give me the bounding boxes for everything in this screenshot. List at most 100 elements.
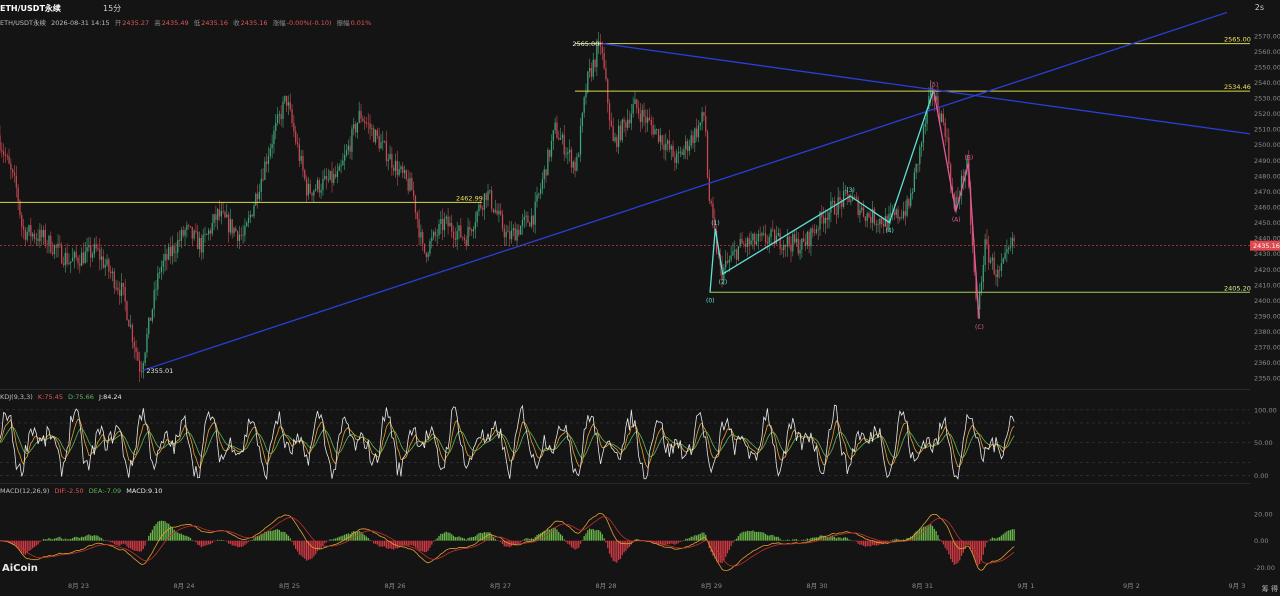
macd-histogram-bar [674, 540, 676, 545]
candle-body [775, 235, 778, 245]
candle-body [209, 230, 212, 234]
wave-label: (C) [975, 324, 984, 331]
candle-body [374, 130, 377, 143]
macd-histogram-bar [237, 540, 239, 548]
candle-body [545, 169, 547, 176]
candle-body [327, 179, 329, 181]
macd-histogram-bar [207, 540, 210, 545]
macd-histogram-bar [447, 532, 449, 541]
macd-histogram-bar [870, 540, 872, 547]
price-tick-label: 2500.00 [1254, 141, 1280, 149]
macd-histogram-bar [51, 539, 54, 541]
macd-histogram-bar [62, 539, 65, 541]
macd-histogram-bar [950, 540, 952, 560]
macd-histogram-bar [204, 540, 206, 546]
candle-body [748, 238, 750, 245]
candle-body [451, 223, 453, 232]
candle-body [46, 244, 48, 246]
macd-histogram-bar [666, 540, 669, 545]
candle-body [739, 238, 741, 247]
candle-body [313, 190, 315, 196]
candle-body [882, 224, 885, 227]
candle-body [347, 145, 349, 151]
candle-body [781, 248, 783, 250]
candle-body [62, 263, 65, 266]
candle-body [688, 145, 691, 151]
macd-histogram-bar [175, 531, 177, 541]
macd-histogram-bar [859, 540, 861, 545]
candle-body [175, 252, 177, 254]
macd-histogram-bar [944, 540, 946, 548]
candle-body [681, 151, 683, 155]
macd-histogram-bar [677, 540, 680, 543]
candle-body [0, 135, 1, 151]
candle-body [425, 252, 427, 257]
candle-body [70, 261, 72, 263]
candle-body [790, 244, 792, 252]
candle-body [202, 234, 204, 253]
macd-histogram-bar [220, 539, 222, 541]
candle-body [628, 119, 631, 124]
candle-body [601, 46, 603, 54]
candle-body [500, 210, 502, 215]
candle-body [734, 249, 736, 252]
candle-body [481, 208, 484, 210]
macd-histogram-bar [1004, 532, 1006, 541]
macd-histogram-bar [126, 540, 128, 547]
kdj-tick-label: 50.00 [1254, 439, 1273, 447]
candle-body [322, 179, 324, 191]
corner-tools[interactable]: 筹 得 [1262, 584, 1278, 594]
macd-histogram-bar [77, 537, 79, 541]
candle-body [505, 231, 507, 238]
candle-body [412, 190, 415, 196]
candle-body [766, 242, 769, 244]
candle-body [360, 110, 362, 119]
macd-histogram-bar [115, 540, 117, 545]
macd-histogram-bar [313, 540, 315, 557]
macd-histogram-bar [953, 540, 955, 565]
candle-body [924, 123, 926, 127]
candle-body [911, 191, 914, 194]
macd-histogram-bar [224, 540, 226, 542]
candle-body [549, 149, 551, 157]
candle-body [4, 154, 7, 157]
macd-histogram-bar [380, 540, 382, 547]
candle-body [485, 193, 487, 201]
candle-body [661, 135, 663, 145]
candle-body [467, 226, 469, 246]
macd-histogram-bar [50, 538, 52, 541]
chart-canvas[interactable]: 2350.00 2360.00 2370.00 2380.00 2390.00 2400.… [0, 0, 1280, 596]
candle-body [570, 149, 573, 168]
candle-body [177, 239, 179, 253]
candle-body [712, 203, 714, 219]
candle-body [603, 53, 605, 69]
macd-histogram-bar [737, 536, 740, 541]
macd-histogram-bar [988, 540, 990, 542]
macd-histogram-bar [59, 536, 61, 541]
candle-body [22, 226, 25, 230]
macd-histogram-bar [454, 537, 456, 541]
candle-body [808, 232, 810, 247]
macd-histogram-bar [159, 520, 161, 541]
candle-body [910, 193, 912, 206]
candle-body [160, 266, 163, 273]
candle-body [559, 137, 562, 140]
candle-body [354, 123, 357, 133]
candle-body [418, 219, 420, 238]
candle-body [8, 156, 10, 164]
candle-body [262, 178, 264, 180]
high-extreme-label: 2565.00 [572, 40, 599, 48]
price-tick-label: 2540.00 [1254, 79, 1280, 87]
candle-body [538, 193, 540, 195]
candle-body [19, 200, 21, 216]
macd-histogram-bar [592, 528, 594, 541]
candle-body [494, 210, 496, 213]
candle-body [211, 222, 213, 234]
candle-body [946, 136, 948, 138]
candle-body [507, 231, 509, 233]
candle-body [207, 230, 210, 235]
candle-body [365, 122, 368, 124]
candle-body [97, 248, 99, 250]
candle-body [91, 254, 94, 258]
candle-body [948, 137, 950, 165]
